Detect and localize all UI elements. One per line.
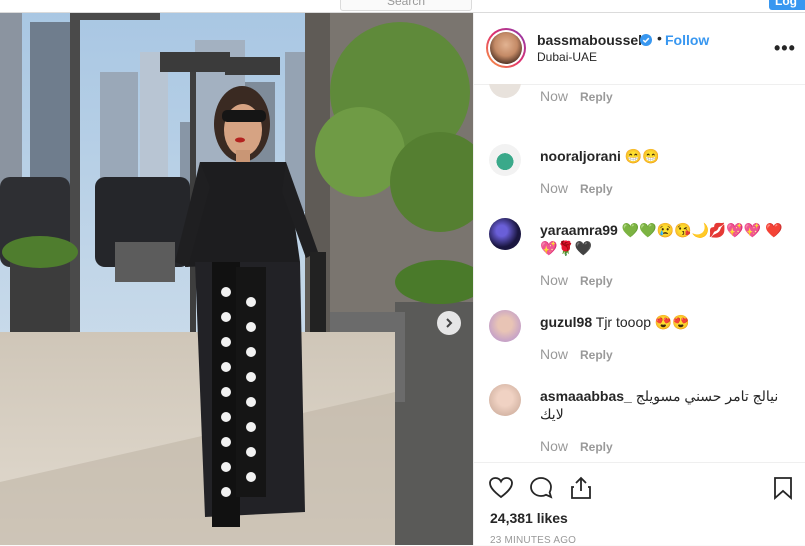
post-actions-bar: 24,381 likes 23 MINUTES AGO [474,462,805,546]
reply-button[interactable]: Reply [580,274,613,288]
comment-text: asmaaabbas_ نيالج تامر حسني مسويلج لايك [540,387,790,423]
comment-item: yaraamra99 💚💚😢😘🌙💋💖💖 ❤️💖🌹🖤 Now Reply [489,218,794,298]
comment-item: nooraljorani 😁😁 Now Reply [489,144,794,204]
header-separator: • [657,30,662,46]
post-photo [0,12,473,545]
comment-time: Now [540,346,569,362]
comment-time: Now [540,180,569,196]
comment-item: guzul98 Tjr tooop 😍😍 Now Reply [489,310,794,370]
comment-time: Now [540,88,569,104]
comment-item: asmaaabbas_ نيالج تامر حسني مسويلج لايك … [489,384,794,462]
more-options-icon[interactable]: ••• [774,38,796,59]
comment-text: yaraamra99 💚💚😢😘🌙💋💖💖 ❤️💖🌹🖤 [540,221,790,257]
share-icon[interactable] [568,475,594,501]
comment-time: Now [540,272,569,288]
top-navigation-bar: Search Log [0,0,805,13]
author-username[interactable]: bassmaboussel [537,32,642,48]
commenter-username[interactable]: asmaaabbas_ [540,388,632,404]
likes-count[interactable]: 24,381 likes [490,510,568,526]
comment-meta: Now Reply [540,346,613,362]
comment-meta: Now Reply [540,272,613,288]
comment-meta: Now Reply [540,88,613,104]
chevron-right-icon [446,318,453,328]
heart-icon[interactable] [488,475,514,501]
commenter-avatar[interactable] [489,218,521,250]
reply-button[interactable]: Reply [580,440,613,454]
comment-meta: Now Reply [540,180,613,196]
bookmark-icon[interactable] [770,475,796,501]
post-header: bassmaboussel • Follow Dubai-UAE ••• [474,12,805,85]
next-photo-button[interactable] [437,311,461,335]
post-side-panel: bassmaboussel • Follow Dubai-UAE ••• Now… [473,12,805,546]
commenter-username[interactable]: yaraamra99 [540,222,618,238]
comment-icon[interactable] [528,475,554,501]
reply-button[interactable]: Reply [580,90,613,104]
login-button[interactable]: Log [769,0,805,10]
reply-button[interactable]: Reply [580,348,613,362]
commenter-avatar[interactable] [489,144,521,176]
comment-body: Tjr tooop 😍😍 [595,314,690,330]
verified-badge-icon [640,34,652,46]
author-avatar[interactable] [486,28,526,68]
search-input[interactable]: Search [340,0,472,11]
commenter-avatar[interactable] [489,84,521,98]
post-photo-illustration [0,12,473,545]
comment-meta: Now Reply [540,438,613,454]
post-timestamp: 23 MINUTES AGO [490,535,577,546]
comment-body: 😁😁 [624,148,660,164]
follow-button[interactable]: Follow [665,32,709,48]
post-location[interactable]: Dubai-UAE [537,50,597,64]
commenter-avatar[interactable] [489,310,521,342]
commenter-username[interactable]: guzul98 [540,314,592,330]
commenter-username[interactable]: nooraljorani [540,148,621,164]
reply-button[interactable]: Reply [580,182,613,196]
comment-text: guzul98 Tjr tooop 😍😍 [540,313,790,331]
comments-list[interactable]: Now Reply nooraljorani 😁😁 Now Reply yaraam… [474,84,805,462]
comment-time: Now [540,438,569,454]
comment-text: nooraljorani 😁😁 [540,147,790,165]
commenter-avatar[interactable] [489,384,521,416]
comment-item: Now Reply [489,84,794,106]
